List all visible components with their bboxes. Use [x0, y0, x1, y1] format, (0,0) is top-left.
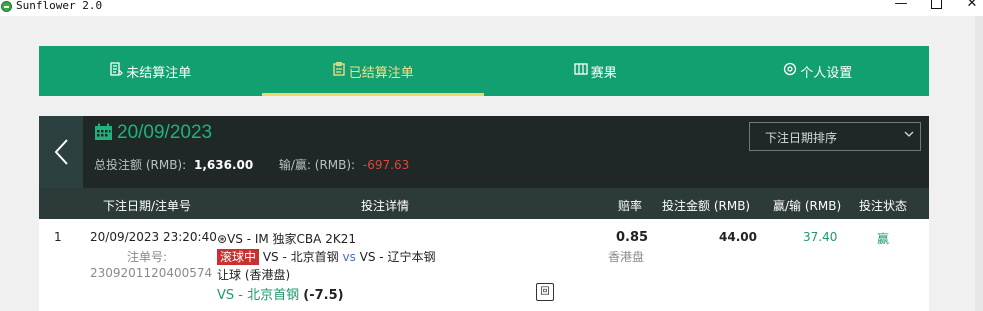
- minimize-button[interactable]: —: [886, 0, 916, 13]
- maximize-button[interactable]: [921, 0, 951, 13]
- sunflower-app-icon: [1, 1, 12, 12]
- winloss-value: -697.63: [362, 158, 410, 172]
- home-team: VS - 北京首钢: [262, 250, 339, 264]
- sort-dropdown-value: 下注日期排序: [765, 131, 838, 145]
- window-title: Sunflower 2.0: [16, 0, 103, 12]
- close-button[interactable]: ✕: [957, 0, 983, 13]
- tab-label: 赛果: [590, 65, 617, 81]
- gear-icon: [783, 62, 797, 80]
- sort-dropdown[interactable]: 下注日期排序: [749, 122, 921, 151]
- receipt-icon[interactable]: 回: [536, 283, 554, 301]
- maximize-icon: [930, 0, 942, 9]
- table-header: 下注日期/注单号 投注详情 赔率 投注金额 (RMB) 赢/输 (RMB) 投注…: [39, 188, 929, 219]
- league-name: VS - IM 独家CBA 2K21: [227, 232, 356, 246]
- winloss-label: 输/赢: (RMB):: [278, 158, 356, 172]
- tab-personal-settings[interactable]: 个人设置: [707, 46, 930, 96]
- main-nav: 未结算注单 已结算注单 赛果 个人设置: [39, 46, 929, 96]
- col-winloss: 赢/输 (RMB): [773, 199, 842, 213]
- tab-unsettled-bets[interactable]: 未结算注单: [39, 46, 262, 96]
- tab-label: 个人设置: [800, 65, 853, 81]
- status-badge: 赢: [877, 232, 890, 246]
- match-line: 滚球中 VS - 北京首钢 vs VS - 辽宁本钢: [217, 248, 435, 265]
- chevron-left-icon: [54, 139, 68, 165]
- tab-label: 未结算注单: [126, 65, 192, 81]
- winloss-value-row: 37.40: [803, 230, 838, 244]
- bet-summary: 总投注额 (RMB): 1,636.00 输/赢: (RMB): -697.63: [94, 156, 409, 173]
- col-date-order: 下注日期/注单号: [103, 199, 192, 213]
- order-number[interactable]: 2309201120400574: [90, 266, 212, 280]
- odds-type: 香港盘: [608, 250, 645, 264]
- col-status: 投注状态: [859, 199, 908, 213]
- tab-settled-bets[interactable]: 已结算注单: [261, 46, 485, 96]
- total-stake-label: 总投注额 (RMB):: [94, 158, 187, 172]
- chevron-down-icon: [904, 131, 914, 137]
- document-icon: [109, 62, 124, 80]
- vs-label: vs: [342, 250, 356, 264]
- order-number-label: 注单号:: [127, 250, 168, 264]
- date-summary-panel: 20/09/2023 总投注额 (RMB): 1,636.00 输/赢: (RM…: [39, 116, 929, 188]
- scrollbar-track[interactable]: [975, 16, 983, 311]
- bet-datetime: 20/09/2023 23:20:40: [90, 230, 217, 244]
- calendar-icon: [95, 123, 112, 140]
- market-type: 让球 (香港盘): [217, 268, 291, 282]
- back-button[interactable]: [39, 116, 83, 188]
- title-bar: Sunflower 2.0 — ✕: [0, 0, 983, 16]
- selection-handicap: (-7.5): [303, 288, 344, 303]
- odds-value: 0.85: [616, 230, 649, 245]
- table-row[interactable]: 1 20/09/2023 23:20:40 注单号: 2309201120400…: [39, 219, 929, 311]
- col-bet-details: 投注详情: [361, 199, 410, 213]
- live-badge: 滚球中: [217, 249, 260, 265]
- league-line: ⊛VS - IM 独家CBA 2K21: [217, 230, 356, 247]
- total-stake-value: 1,636.00: [193, 158, 254, 172]
- col-odds: 赔率: [618, 199, 643, 213]
- clipboard-icon: [332, 61, 346, 80]
- basketball-icon: ⊛: [217, 232, 228, 246]
- row-index: 1: [54, 230, 62, 244]
- stake-value: 44.00: [719, 230, 757, 244]
- selection-team: VS - 北京首钢: [217, 288, 300, 303]
- tab-results[interactable]: 赛果: [484, 46, 707, 96]
- selection-line: VS - 北京首钢 (-7.5): [217, 284, 344, 303]
- away-team: VS - 辽宁本钢: [359, 250, 436, 264]
- col-stake: 投注金额 (RMB): [662, 199, 751, 213]
- selected-date: 20/09/2023: [117, 122, 213, 143]
- tab-label: 已结算注单: [348, 65, 414, 81]
- scoreboard-icon: [574, 62, 588, 80]
